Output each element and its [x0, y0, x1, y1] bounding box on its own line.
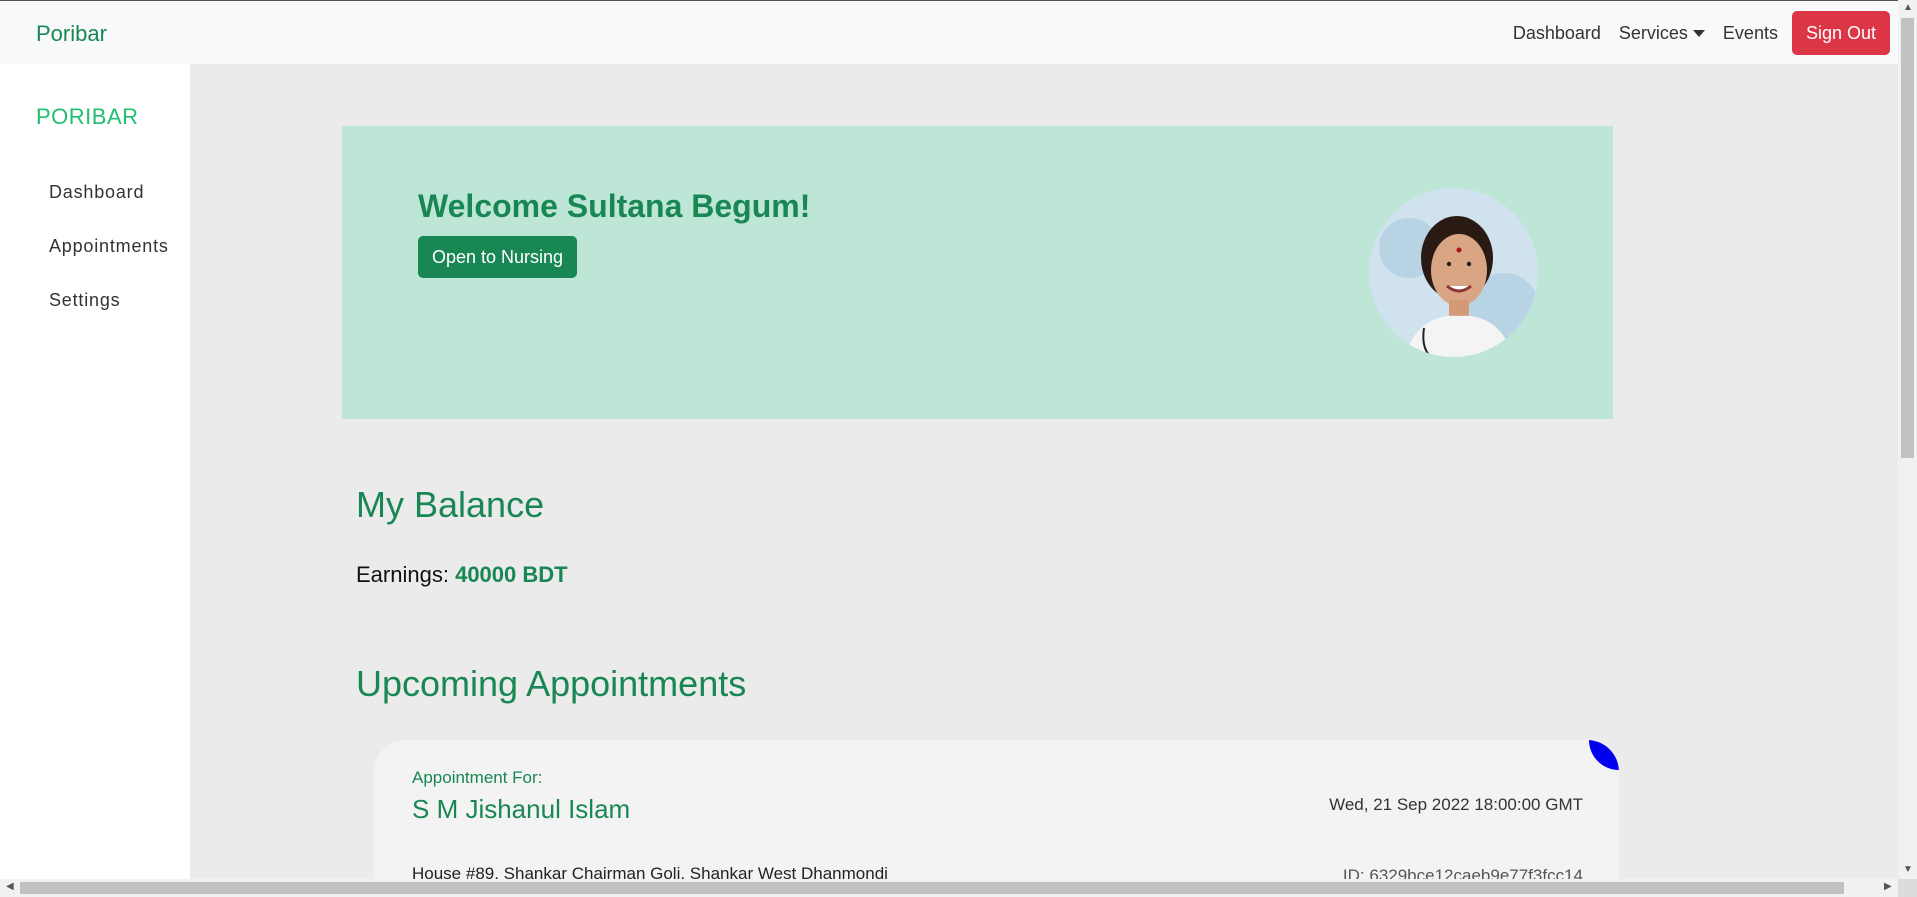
earnings-label: Earnings: [356, 562, 449, 587]
sign-out-button[interactable]: Sign Out [1791, 11, 1890, 55]
scroll-right-icon[interactable]: ▶ [1884, 881, 1892, 892]
vertical-scrollbar[interactable]: ▲ ▼ [1898, 0, 1917, 879]
navbar-links: Dashboard Services Events Sign Out [1504, 11, 1890, 55]
profile-photo-icon [1369, 188, 1538, 357]
scroll-up-icon[interactable]: ▲ [1903, 2, 1913, 13]
horizontal-scrollbar[interactable]: ◀ ▶ [0, 879, 1898, 897]
appointment-corner-badge [1589, 740, 1619, 770]
balance-title: My Balance [356, 484, 545, 525]
earnings-value: 40000 BDT [455, 562, 568, 587]
horizontal-scroll-thumb[interactable] [20, 882, 1844, 894]
sidebar-item-dashboard[interactable]: Dashboard [49, 182, 144, 203]
appointments-title: Upcoming Appointments [356, 663, 747, 704]
welcome-banner: Welcome Sultana Begum! Open to Nursing [342, 126, 1613, 419]
sidebar-item-settings[interactable]: Settings [49, 290, 120, 311]
earnings-line: Earnings: 40000 BDT [356, 562, 568, 588]
scroll-down-icon[interactable]: ▼ [1903, 864, 1913, 875]
appointment-patient-name: S M Jishanul Islam [412, 794, 631, 824]
sidebar: PORIBAR Dashboard Appointments Settings [0, 64, 190, 879]
open-to-nursing-button[interactable]: Open to Nursing [418, 236, 578, 278]
caret-down-icon [1692, 29, 1705, 37]
nav-events-link[interactable]: Events [1714, 23, 1787, 44]
scroll-left-icon[interactable]: ◀ [6, 881, 14, 892]
avatar [1369, 188, 1538, 357]
nav-dashboard-link[interactable]: Dashboard [1504, 23, 1610, 44]
welcome-title: Welcome Sultana Begum! [418, 188, 811, 224]
appointment-datetime: Wed, 21 Sep 2022 18:00:00 GMT [1329, 795, 1583, 814]
appointment-card[interactable]: Appointment For: S M Jishanul Islam Wed,… [374, 740, 1619, 897]
nav-services-dropdown[interactable]: Services [1610, 23, 1714, 44]
scrollbar-corner [1898, 879, 1917, 897]
top-navbar: Poribar Dashboard Services Events Sign O… [0, 0, 1898, 64]
sidebar-brand[interactable]: PORIBAR [36, 104, 139, 130]
sidebar-item-appointments[interactable]: Appointments [49, 236, 169, 257]
navbar-brand[interactable]: Poribar [36, 21, 107, 47]
vertical-scroll-thumb[interactable] [1901, 18, 1914, 458]
nav-services-label: Services [1618, 22, 1688, 43]
appointment-for-label: Appointment For: [412, 768, 543, 787]
